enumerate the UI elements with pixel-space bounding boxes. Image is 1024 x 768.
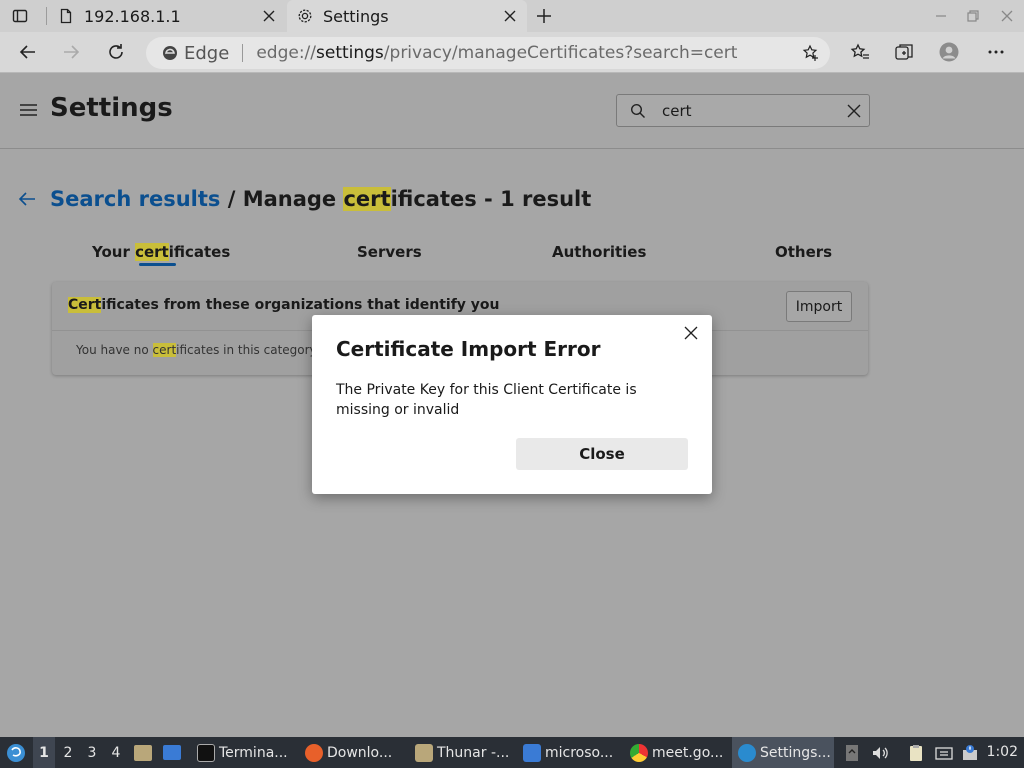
search-value: cert [662,102,692,120]
tab-separator [46,7,47,25]
back-arrow-icon[interactable] [18,42,38,62]
notification-icon[interactable] [961,744,979,762]
desktop-launcher[interactable] [163,737,183,768]
card-heading: Certificates from these organizations th… [68,297,500,313]
settings-header: Settings cert [0,73,1024,149]
clock: 1:02 [986,744,1018,760]
close-icon[interactable] [684,326,698,340]
workspace-3[interactable]: 3 [81,737,103,768]
tab-router[interactable]: 192.168.1.1 [48,0,286,32]
address-url: edge://settings/privacy/manageCertificat… [256,43,738,63]
tab-actions-icon[interactable] [12,8,28,24]
menu-hamburger-icon[interactable] [20,103,37,117]
search-icon [630,103,645,118]
back-arrow-icon[interactable] [18,191,36,207]
task-thunar[interactable]: Thunar -... [409,737,513,768]
folder-icon [134,744,152,761]
tab-title: Settings [323,6,389,26]
clipboard-icon[interactable] [907,744,925,762]
start-menu-button[interactable] [4,737,28,768]
empty-message: You have no certificates in this categor… [76,343,317,357]
more-menu-icon[interactable] [986,42,1006,62]
window-close-icon[interactable] [1000,9,1014,23]
workspace-4[interactable]: 4 [105,737,127,768]
task-microsoft[interactable]: microso... [517,737,621,768]
minimize-icon[interactable] [934,9,948,23]
address-toolbar: Edge edge://settings/privacy/manageCerti… [0,32,1024,73]
tab-others[interactable]: Others [775,243,832,261]
add-favorite-star-icon[interactable] [802,44,820,62]
file-manager-launcher[interactable] [134,737,154,768]
chrome-icon [630,743,648,762]
tab-title: 192.168.1.1 [84,6,181,26]
active-tab-indicator [139,263,176,266]
breadcrumb: Search results / Manage certificates - 1… [18,187,591,211]
tab-settings[interactable]: Settings [287,0,527,32]
task-settings[interactable]: Settings... [732,737,834,768]
edge-icon [738,743,756,762]
restore-icon[interactable] [966,9,980,23]
tab-strip: 192.168.1.1 Settings [0,0,1024,32]
desktop-icon [163,745,181,760]
page-title: Settings [50,93,173,123]
address-brand: Edge [184,42,230,64]
distro-logo-icon [7,743,25,762]
breadcrumb-current: Manage certificates - 1 result [242,187,592,211]
settings-search-input[interactable]: cert [616,94,870,127]
dialog-title: Certificate Import Error [336,337,601,361]
new-tab-plus-icon[interactable] [535,7,553,25]
tab-your-certificates[interactable]: Your certificates [92,243,230,261]
clear-search-icon[interactable] [847,104,861,118]
network-icon[interactable] [935,744,953,762]
task-terminal[interactable]: Termina... [191,737,295,768]
firefox-icon [305,743,323,762]
close-button[interactable]: Close [516,438,688,470]
tray-scroll-icon[interactable] [843,744,861,762]
refresh-icon[interactable] [106,42,126,62]
taskbar: 1 2 3 4 Termina... Downlo... Thunar -...… [0,737,1024,768]
dialog-message: The Private Key for this Client Certific… [336,382,637,418]
task-meet[interactable]: meet.go... [624,737,728,768]
terminal-icon [197,743,215,762]
search-results-link[interactable]: Search results [50,187,220,211]
volume-icon[interactable] [871,744,889,762]
app-icon [523,743,541,762]
workspace-2[interactable]: 2 [57,737,79,768]
folder-icon [415,743,433,762]
task-downloads[interactable]: Downlo... [299,737,403,768]
favorites-icon[interactable] [850,42,870,62]
forward-arrow-icon[interactable] [61,42,81,62]
page-icon [60,8,72,24]
edge-logo-icon [163,46,177,60]
address-bar[interactable]: Edge edge://settings/privacy/manageCerti… [146,37,830,69]
address-divider [242,44,244,62]
close-icon[interactable] [262,9,276,23]
close-icon[interactable] [503,9,517,23]
workspace-1[interactable]: 1 [33,737,55,768]
tab-authorities[interactable]: Authorities [552,243,646,261]
import-button[interactable]: Import [786,291,852,322]
breadcrumb-separator: / [220,187,243,211]
certificate-error-dialog: Certificate Import Error The Private Key… [312,315,712,494]
collections-icon[interactable] [894,42,914,62]
gear-icon [298,9,312,23]
tab-servers[interactable]: Servers [357,243,422,261]
profile-avatar-icon[interactable] [939,42,959,62]
